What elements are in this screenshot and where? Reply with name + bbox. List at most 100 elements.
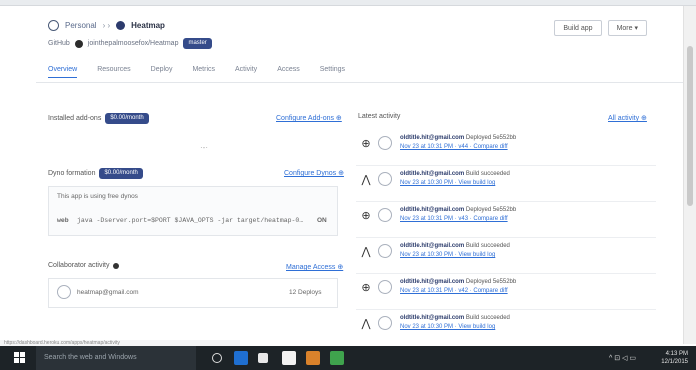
- activity-time[interactable]: Nov 23 at 10:30 PM · View build log: [400, 252, 495, 258]
- activity-text: oldtitle.hit@gmail.com Deployed 5e552bb …: [400, 134, 516, 152]
- dyno-command: java -Dserver.port=$PORT $JAVA_OPTS -jar…: [77, 217, 307, 224]
- windows-start-icon[interactable]: [14, 352, 26, 364]
- tab-metrics[interactable]: Metrics: [192, 66, 215, 78]
- breadcrumb-org[interactable]: Personal: [65, 21, 97, 30]
- dyno-cost-badge: $0.00/month: [99, 168, 143, 179]
- info-icon[interactable]: [113, 262, 120, 269]
- collaborator-row: heatmap@gmail.com 12 Deploys: [48, 278, 338, 308]
- activity-email: oldtitle.hit@gmail.com: [400, 279, 465, 285]
- collaborator-count: 12 Deploys: [289, 289, 322, 296]
- windows-taskbar: Search the web and Windows ^ ⊡ ◁ ▭ 4:13 …: [0, 346, 696, 370]
- clock-time: 4:13 PM: [665, 351, 688, 357]
- tab-overview[interactable]: Overview: [48, 66, 78, 78]
- activity-item: ⊕ oldtitle.hit@gmail.com Deployed 5e552b…: [356, 202, 656, 238]
- activity-email: oldtitle.hit@gmail.com: [400, 315, 465, 321]
- configure-addons-link[interactable]: Configure Add-ons ⊕: [276, 114, 342, 122]
- chrome-icon[interactable]: [330, 351, 344, 365]
- free-dynos-note: This app is using free dynos: [57, 193, 138, 200]
- activity-item: ⊕ oldtitle.hit@gmail.com Deployed 5e552b…: [356, 130, 656, 166]
- configure-dynos-link[interactable]: Configure Dynos ⊕: [284, 169, 344, 177]
- activity-time[interactable]: Nov 23 at 10:30 PM · View build log: [400, 324, 495, 330]
- avatar: [57, 285, 71, 299]
- activity-item: ⋀ oldtitle.hit@gmail.com Build succeeded…: [356, 166, 656, 202]
- avatar: [378, 136, 392, 150]
- dyno-state[interactable]: ON: [317, 217, 327, 224]
- tab-activity[interactable]: Activity: [235, 66, 257, 78]
- tab-divider: [36, 82, 684, 83]
- activity-action: Build succeeded: [465, 171, 510, 177]
- tab-bar: Overview Resources Deploy Metrics Activi…: [48, 66, 345, 78]
- dyno-type: web: [57, 217, 69, 224]
- activity-text: oldtitle.hit@gmail.com Deployed 5e552bb …: [400, 206, 516, 224]
- avatar: [378, 208, 392, 222]
- activity-time[interactable]: Nov 23 at 10:31 PM · v44 · Compare diff: [400, 144, 508, 150]
- tab-access[interactable]: Access: [277, 66, 300, 78]
- avatar: [378, 316, 392, 330]
- activity-time[interactable]: Nov 23 at 10:31 PM · v42 · Compare diff: [400, 288, 508, 294]
- manage-access-link[interactable]: Manage Access ⊕: [286, 263, 343, 271]
- activity-action: Deployed 5e552bb: [465, 207, 517, 213]
- activity-action: Build succeeded: [465, 243, 510, 249]
- clock[interactable]: 4:13 PM 12/1/2015: [661, 350, 688, 366]
- repo-link[interactable]: jointhepalmoosefox/Heatmap: [88, 40, 179, 47]
- app-icon: [116, 21, 126, 30]
- avatar: [378, 280, 392, 294]
- repo-line: GitHub jointhepalmoosefox/Heatmap master: [48, 38, 212, 49]
- all-activity-link[interactable]: All activity ⊕: [608, 114, 647, 122]
- installed-addons-title: Installed add-ons $0.00/month: [48, 113, 149, 124]
- latest-activity-title: Latest activity: [358, 113, 401, 120]
- scrollbar-thumb[interactable]: [687, 46, 693, 206]
- app-window: Personal › › Heatmap GitHub jointhepalmo…: [0, 0, 696, 370]
- tab-deploy[interactable]: Deploy: [151, 66, 173, 78]
- tab-settings[interactable]: Settings: [320, 66, 345, 78]
- avatar: [378, 244, 392, 258]
- github-icon: [74, 39, 83, 48]
- build-icon: ⋀: [361, 318, 371, 330]
- more-button[interactable]: More ▾: [607, 20, 647, 36]
- file-explorer-icon[interactable]: [258, 353, 268, 363]
- activity-action: Deployed 5e552bb: [465, 279, 517, 285]
- deploy-icon: ⊕: [361, 282, 371, 294]
- deploy-icon: ⊕: [361, 210, 371, 222]
- dyno-formation-label: Dyno formation: [48, 170, 96, 177]
- activity-action: Build succeeded: [465, 315, 510, 321]
- app-icon[interactable]: [306, 351, 320, 365]
- activity-email: oldtitle.hit@gmail.com: [400, 207, 465, 213]
- edge-icon[interactable]: [234, 351, 248, 365]
- activity-email: oldtitle.hit@gmail.com: [400, 135, 465, 141]
- addons-cost-badge: $0.00/month: [105, 113, 149, 124]
- breadcrumb-app[interactable]: Heatmap: [131, 21, 165, 30]
- addons-empty-placeholder: ·-·: [200, 143, 208, 152]
- tab-resources[interactable]: Resources: [97, 66, 130, 78]
- activity-time[interactable]: Nov 23 at 10:30 PM · View build log: [400, 180, 495, 186]
- branch-badge: master: [183, 38, 212, 49]
- build-icon: ⋀: [361, 174, 371, 186]
- installed-addons-label: Installed add-ons: [48, 115, 102, 122]
- avatar: [378, 172, 392, 186]
- activity-text: oldtitle.hit@gmail.com Build succeeded N…: [400, 314, 510, 332]
- activity-item: ⋀ oldtitle.hit@gmail.com Build succeeded…: [356, 238, 656, 274]
- activity-email: oldtitle.hit@gmail.com: [400, 171, 465, 177]
- github-label: GitHub: [48, 40, 70, 47]
- dyno-box: This app is using free dynos web java -D…: [48, 186, 338, 236]
- header-actions: Build app More ▾: [554, 20, 647, 36]
- store-icon[interactable]: [282, 351, 296, 365]
- activity-time[interactable]: Nov 23 at 10:31 PM · v43 · Compare diff: [400, 216, 508, 222]
- clock-date: 12/1/2015: [661, 359, 688, 365]
- collaborator-email: heatmap@gmail.com: [77, 289, 139, 296]
- activity-email: oldtitle.hit@gmail.com: [400, 243, 465, 249]
- taskbar-search-input[interactable]: Search the web and Windows: [36, 346, 196, 370]
- activity-text: oldtitle.hit@gmail.com Deployed 5e552bb …: [400, 278, 516, 296]
- page-scrollbar[interactable]: [683, 6, 696, 344]
- collaborator-activity-label: Collaborator activity: [48, 262, 110, 269]
- open-app-button[interactable]: Build app: [554, 20, 602, 36]
- activity-action: Deployed 5e552bb: [465, 135, 517, 141]
- system-tray-icons[interactable]: ^ ⊡ ◁ ▭: [609, 354, 636, 362]
- breadcrumb: Personal › › Heatmap: [48, 20, 165, 31]
- cortana-icon[interactable]: [212, 353, 222, 363]
- breadcrumb-separator: › ›: [102, 21, 111, 30]
- dyno-formation-title: Dyno formation $0.00/month: [48, 168, 143, 179]
- activity-item: ⊕ oldtitle.hit@gmail.com Deployed 5e552b…: [356, 274, 656, 310]
- collaborator-activity-title: Collaborator activity: [48, 262, 120, 269]
- build-icon: ⋀: [361, 246, 371, 258]
